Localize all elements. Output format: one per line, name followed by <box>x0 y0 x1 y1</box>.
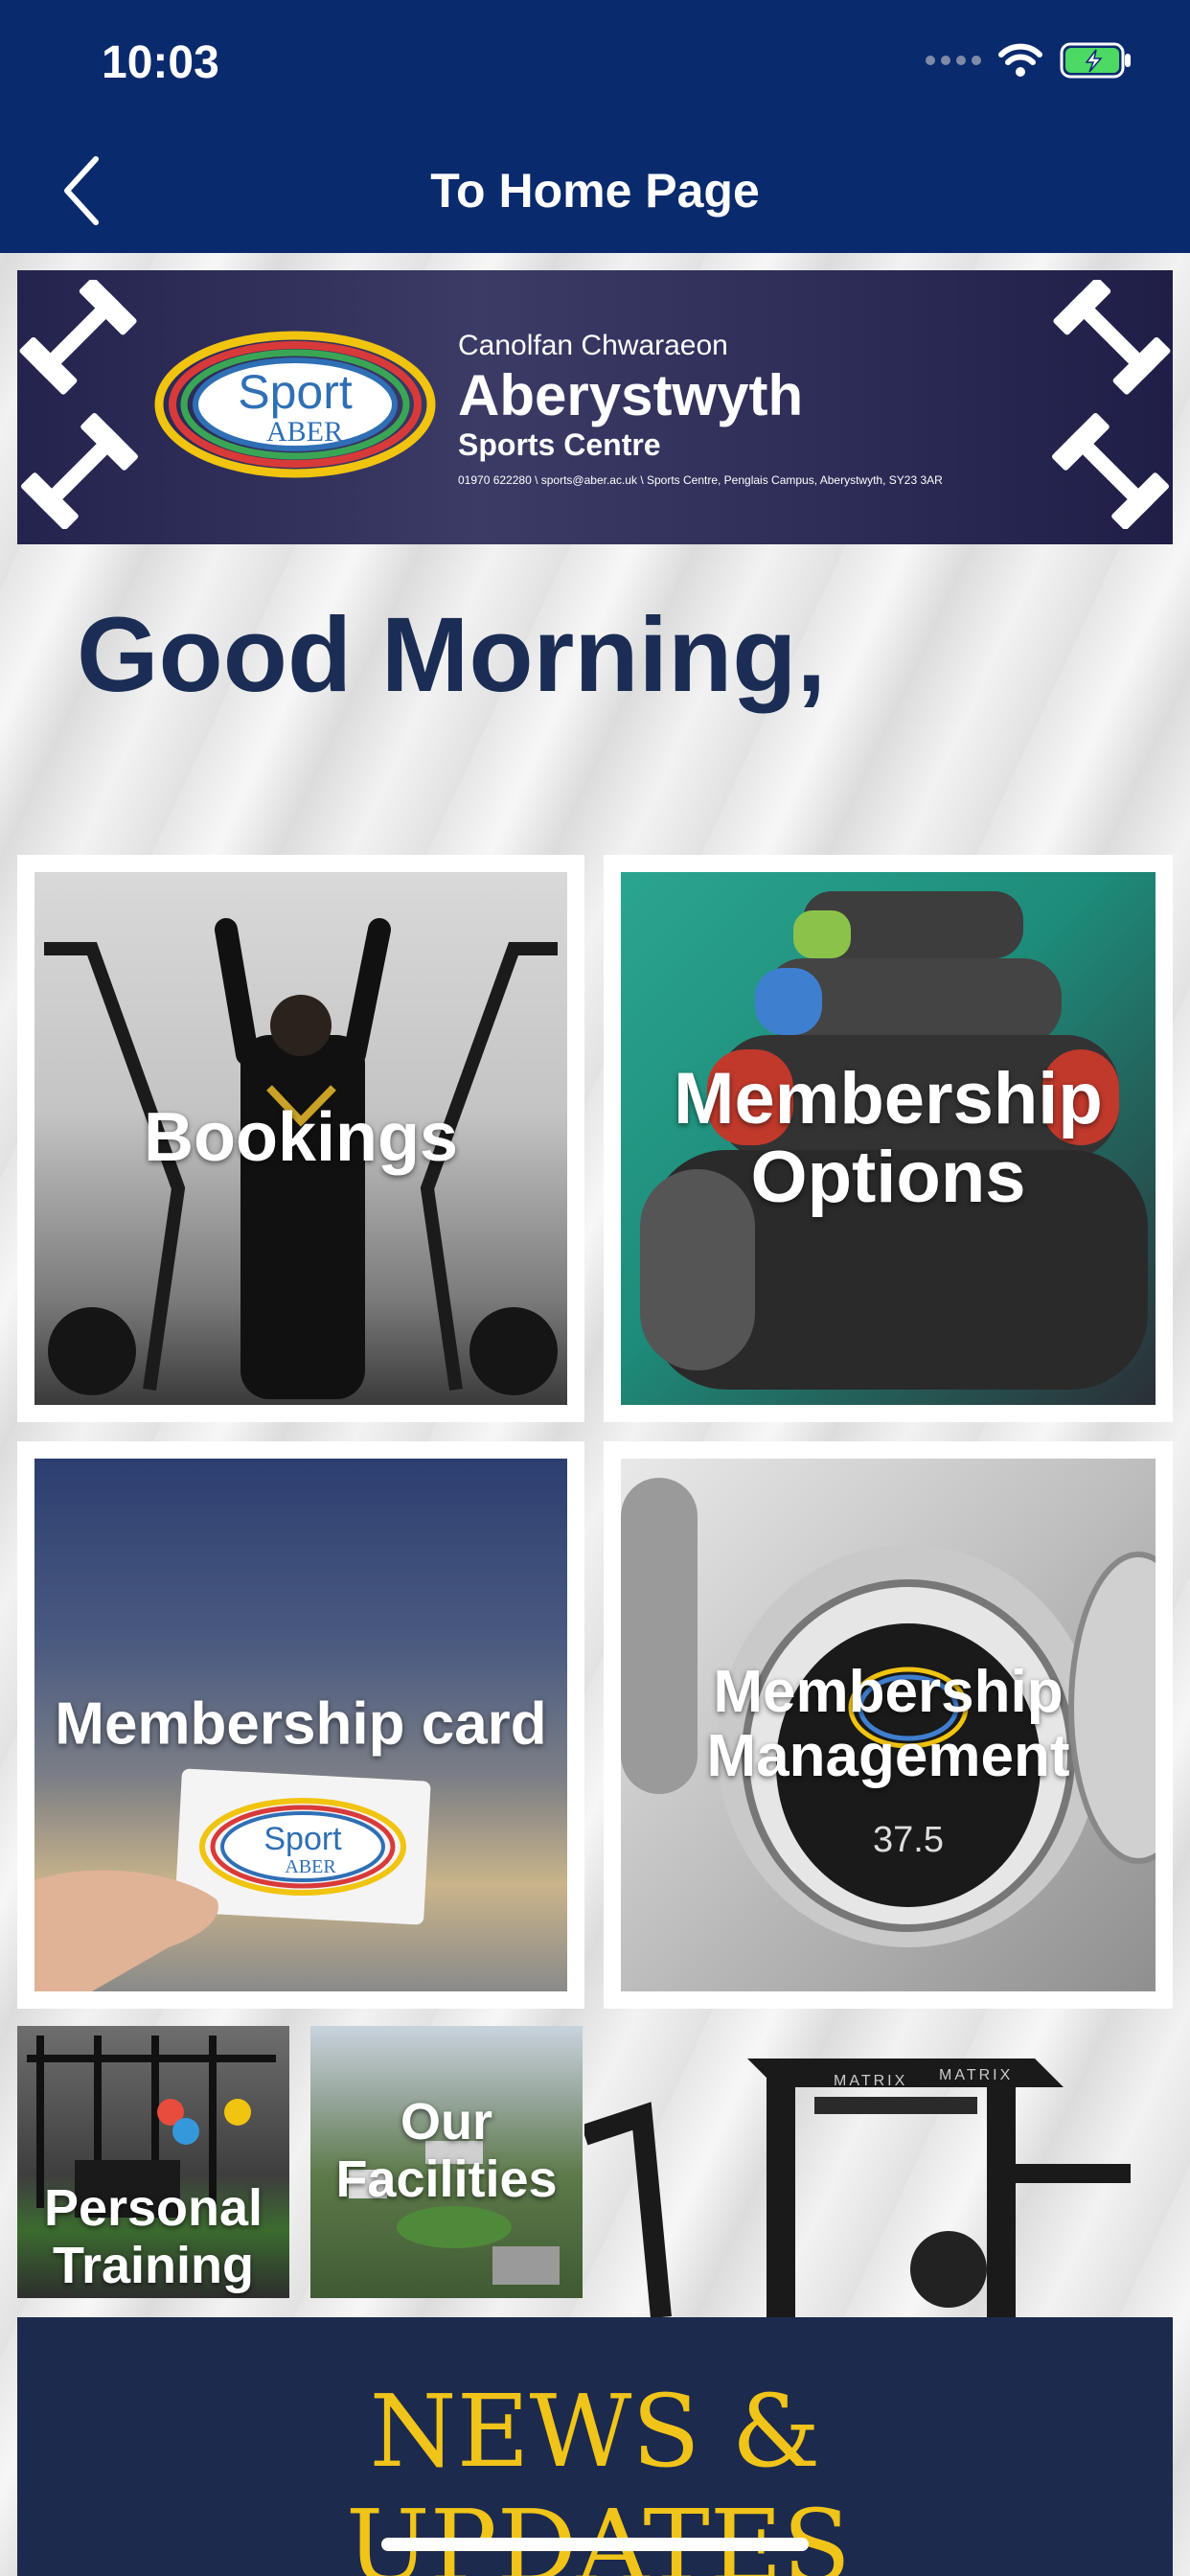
personal-training-tile[interactable]: Personal Training <box>17 2026 289 2298</box>
status-bar: 10:03 <box>0 0 1190 126</box>
bookings-tile[interactable]: Bookings <box>17 855 584 1422</box>
nav-title: To Home Page <box>430 164 760 218</box>
membership-options-label: Membership Options <box>674 1057 1103 1218</box>
equipment-brand-2: MATRIX <box>939 2067 1013 2083</box>
banner-contact: 01970 622280 \ sports@aber.ac.uk \ Sport… <box>458 473 943 487</box>
banner-welsh-name: Canolfan Chwaraeon <box>458 330 728 361</box>
dumbbell-weight: 37.5 <box>873 1820 944 1860</box>
membership-management-tile[interactable]: 37.5 Membership Management <box>604 1441 1173 2009</box>
our-facilities-tile[interactable]: Our Facilities <box>310 2026 583 2298</box>
sports-centre-banner: Sport ABER Canolfan Chwaraeon Aberystwyt… <box>17 270 1173 544</box>
our-facilities-label: Our Facilities <box>335 2093 558 2209</box>
equipment-brand-1: MATRIX <box>834 2073 907 2089</box>
logo-line1: Sport <box>238 365 353 419</box>
battery-charging-icon <box>1060 42 1131 79</box>
cellular-signal-icon <box>926 56 981 65</box>
matrix-equipment-image: MATRIX MATRIX <box>584 2058 1131 2317</box>
card-logo-line1: Sport <box>263 1821 342 1857</box>
membership-management-label: Membership Management <box>706 1659 1070 1789</box>
banner-name: Aberystwyth <box>458 363 804 427</box>
personal-training-label: Personal Training <box>43 2179 263 2295</box>
wifi-icon <box>998 43 1042 77</box>
status-icons <box>926 42 1133 79</box>
sport-aber-logo: Sport ABER <box>154 331 436 478</box>
status-time: 10:03 <box>102 37 219 88</box>
dumbbell-icon-left <box>19 280 138 529</box>
dumbbell-icon-right <box>1052 280 1171 529</box>
card-logo-line2: ABER <box>285 1856 336 1877</box>
greeting-heading: Good Morning, <box>77 596 827 714</box>
bookings-label: Bookings <box>143 1099 458 1177</box>
home-indicator[interactable] <box>381 2538 809 2551</box>
banner-subtitle: Sports Centre <box>458 427 661 462</box>
membership-options-tile[interactable]: Membership Options <box>604 855 1173 1422</box>
navigation-bar: To Home Page <box>0 126 1190 253</box>
logo-line2: ABER <box>266 416 343 448</box>
membership-card-label: Membership card <box>55 1690 547 1758</box>
membership-card-tile[interactable]: Sport ABER Membership card <box>17 1441 584 2009</box>
